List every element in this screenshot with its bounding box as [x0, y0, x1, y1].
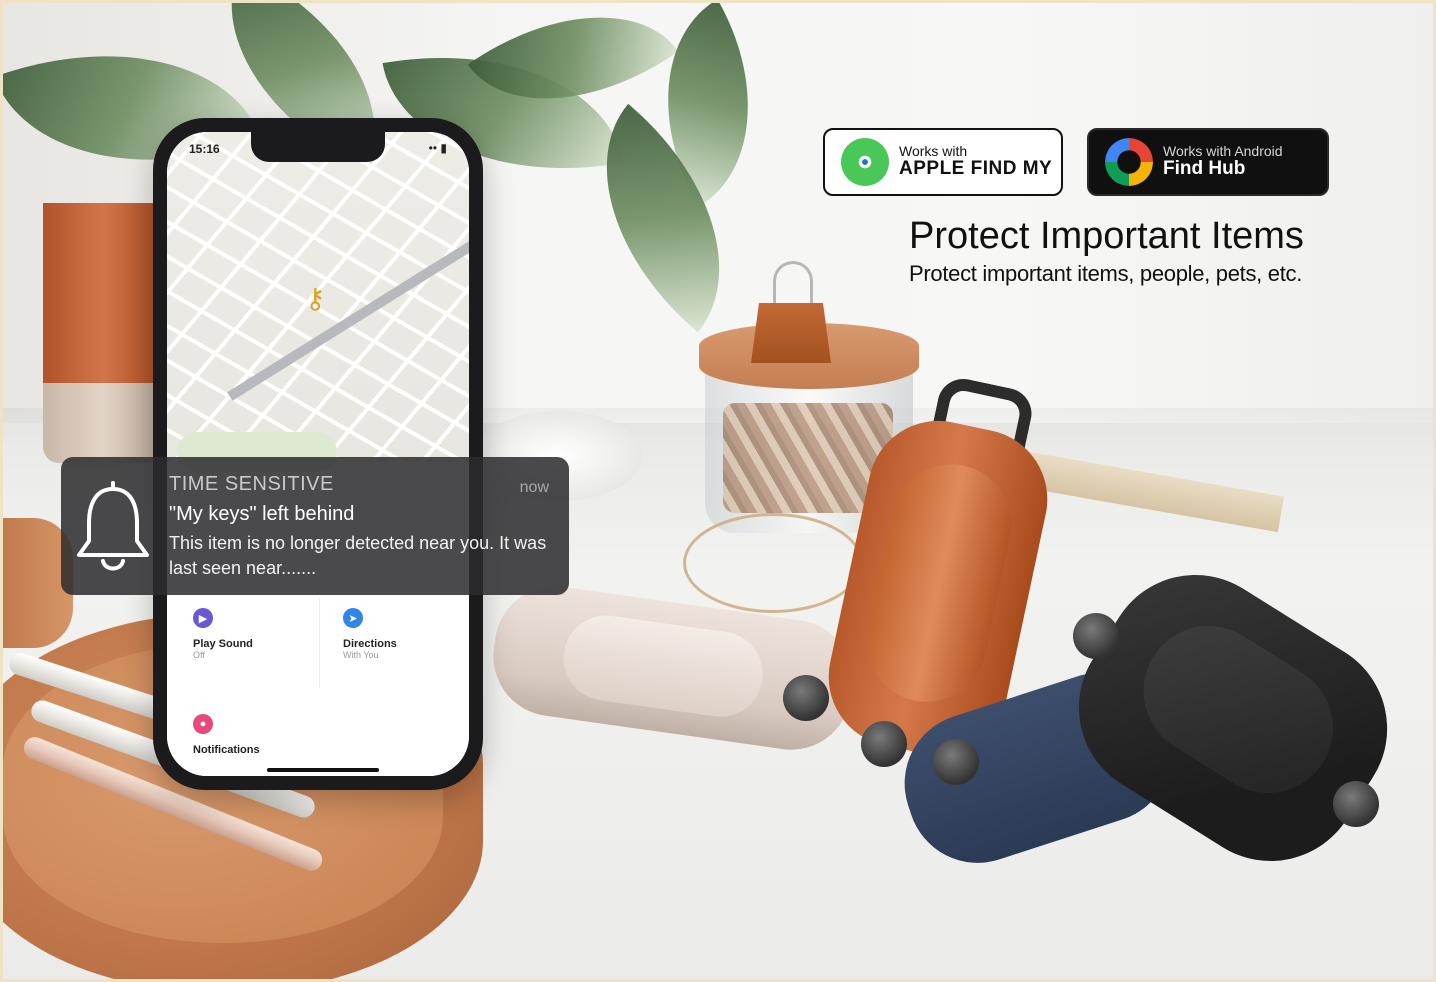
action-label: Directions: [343, 638, 397, 650]
status-time: 15:16: [189, 142, 220, 156]
tracker-black: [1044, 540, 1422, 896]
bell-icon: ●: [193, 714, 213, 734]
home-indicator[interactable]: [267, 768, 379, 772]
badge-small-text: Works with Android: [1163, 142, 1283, 159]
phone-notch: [251, 132, 385, 162]
screw: [1073, 613, 1119, 659]
item-actions: ▶ Play Sound Off ➤ Directions With You ●…: [167, 592, 469, 776]
find-hub-icon: [1105, 138, 1153, 186]
plant-pot-base: [43, 383, 163, 463]
android-find-hub-badge: Works with Android Find Hub: [1087, 128, 1329, 196]
notification-body: This item is no longer detected near you…: [169, 533, 547, 578]
action-sublabel: With You: [343, 650, 379, 660]
bell-icon: [77, 481, 149, 571]
directions-icon: ➤: [343, 608, 363, 628]
product-hero-image: ⚷ 15:16 •• ▮ ▶ Play Sound Off ➤ Directio…: [0, 0, 1436, 982]
directions-action[interactable]: ➤ Directions With You: [343, 608, 469, 660]
wooden-ruler: [1011, 449, 1285, 533]
phone-screen: ⚷ 15:16 •• ▮ ▶ Play Sound Off ➤ Directio…: [167, 132, 469, 776]
badge-small-text: Works with: [899, 142, 968, 159]
headline-subtitle: Protect important items, people, pets, e…: [909, 261, 1303, 286]
apple-find-my-badge: Works with APPLE FIND MY: [823, 128, 1063, 196]
action-sublabel: Off: [193, 650, 205, 660]
badge-big-text: Find Hub: [1163, 158, 1246, 180]
left-behind-notification[interactable]: TIME SENSITIVE now "My keys" left behind…: [61, 457, 569, 595]
binder-clip: [751, 303, 831, 363]
action-label: Notifications: [193, 744, 260, 756]
map-road: [227, 233, 469, 401]
notifications-action[interactable]: ● Notifications: [193, 714, 323, 756]
tracker-pad: [855, 453, 1023, 713]
headline-title: Protect Important Items: [909, 215, 1304, 257]
smartphone: ⚷ 15:16 •• ▮ ▶ Play Sound Off ➤ Directio…: [153, 118, 483, 790]
screw: [933, 739, 979, 785]
status-icons: •• ▮: [428, 141, 447, 155]
notification-title: "My keys" left behind: [169, 503, 355, 525]
screw: [783, 675, 829, 721]
keys-icon[interactable]: ⚷: [305, 282, 326, 315]
screw: [861, 721, 907, 767]
tracker-pad: [558, 610, 769, 723]
screw: [1333, 781, 1379, 827]
action-label: Play Sound: [193, 638, 253, 650]
find-my-icon: [841, 138, 889, 186]
eyeglasses: [683, 513, 863, 613]
notification-time: now: [519, 479, 549, 496]
map-view[interactable]: ⚷: [167, 132, 469, 472]
tracker-pad: [1119, 601, 1358, 818]
notification-label: TIME SENSITIVE: [169, 473, 334, 495]
badge-big-text: APPLE FIND MY: [899, 158, 1053, 180]
play-icon: ▶: [193, 608, 213, 628]
divider: [319, 598, 320, 688]
play-sound-action[interactable]: ▶ Play Sound Off: [193, 608, 323, 660]
